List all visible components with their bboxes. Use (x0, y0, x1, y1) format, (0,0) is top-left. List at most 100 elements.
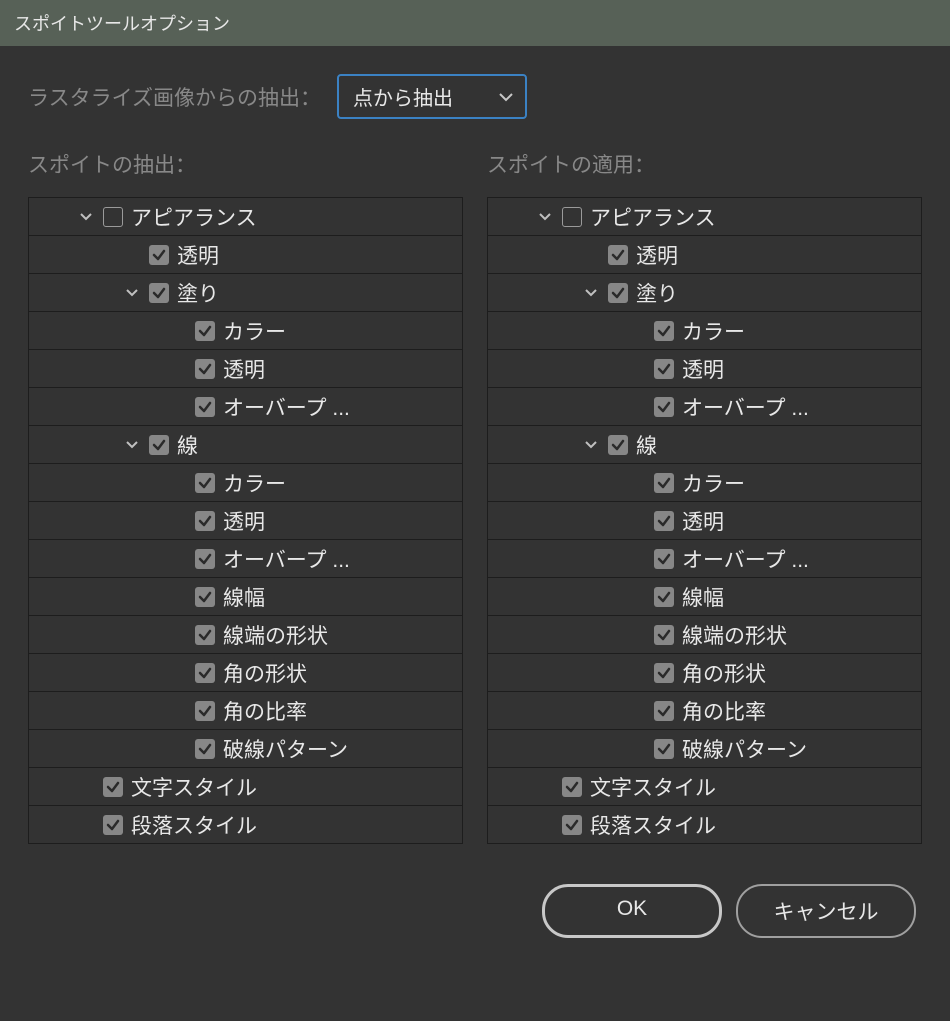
checkbox[interactable] (195, 359, 215, 379)
tree-row-label: 破線パターン (223, 734, 348, 764)
tree-row[interactable]: 線 (488, 425, 921, 463)
tree-row[interactable]: 透明 (29, 501, 462, 539)
tree-row[interactable]: 透明 (29, 235, 462, 273)
tree-row[interactable]: 段落スタイル (29, 805, 462, 843)
tree-row[interactable]: 文字スタイル (29, 767, 462, 805)
disclosure-spacer (628, 740, 646, 758)
checkbox[interactable] (654, 359, 674, 379)
tree-row[interactable]: 透明 (29, 349, 462, 387)
chevron-down-icon[interactable] (536, 208, 554, 226)
disclosure-spacer (628, 322, 646, 340)
checkbox[interactable] (608, 245, 628, 265)
checkbox[interactable] (608, 435, 628, 455)
tree-row-label: 塗り (636, 278, 678, 308)
tree-row-label: 塗り (177, 278, 219, 308)
tree-row-label: 段落スタイル (131, 810, 257, 840)
tree-row-label: 線 (177, 430, 198, 460)
tree-row[interactable]: 破線パターン (29, 729, 462, 767)
disclosure-spacer (169, 322, 187, 340)
tree-row[interactable]: 段落スタイル (488, 805, 921, 843)
disclosure-spacer (169, 512, 187, 530)
disclosure-spacer (169, 740, 187, 758)
checkbox[interactable] (195, 625, 215, 645)
tree-row[interactable]: 角の形状 (488, 653, 921, 691)
chevron-down-icon[interactable] (77, 208, 95, 226)
checkbox[interactable] (195, 321, 215, 341)
checkbox[interactable] (608, 283, 628, 303)
tree-row-label: カラー (682, 468, 745, 498)
disclosure-spacer (169, 626, 187, 644)
checkbox[interactable] (654, 587, 674, 607)
checkbox[interactable] (149, 435, 169, 455)
checkbox[interactable] (195, 739, 215, 759)
checkbox[interactable] (654, 473, 674, 493)
tree-row[interactable]: 線端の形状 (488, 615, 921, 653)
tree-row-label: 線 (636, 430, 657, 460)
tree-row-label: 透明 (682, 354, 724, 384)
tree-row[interactable]: アピアランス (488, 197, 921, 235)
tree-row[interactable]: 破線パターン (488, 729, 921, 767)
tree-row[interactable]: オーバープ ... (29, 387, 462, 425)
checkbox[interactable] (195, 511, 215, 531)
tree-row-label: アピアランス (131, 202, 257, 232)
tree-row[interactable]: カラー (488, 463, 921, 501)
tree-row-label: オーバープ ... (682, 392, 809, 422)
checkbox[interactable] (103, 777, 123, 797)
checkbox[interactable] (103, 815, 123, 835)
tree-row-label: オーバープ ... (682, 544, 809, 574)
tree-row-label: 破線パターン (682, 734, 807, 764)
tree-row[interactable]: オーバープ ... (488, 387, 921, 425)
tree-row[interactable]: 透明 (488, 235, 921, 273)
dialog-title-bar: スポイトツールオプション (0, 0, 950, 46)
checkbox[interactable] (562, 815, 582, 835)
cancel-button[interactable]: キャンセル (736, 884, 916, 938)
checkbox[interactable] (654, 739, 674, 759)
checkbox[interactable] (654, 511, 674, 531)
checkbox[interactable] (562, 207, 582, 227)
tree-row-label: 段落スタイル (590, 810, 716, 840)
tree-row[interactable]: 角の比率 (488, 691, 921, 729)
ok-button[interactable]: OK (542, 884, 722, 938)
chevron-down-icon[interactable] (582, 436, 600, 454)
tree-row[interactable]: カラー (29, 463, 462, 501)
chevron-down-icon[interactable] (123, 436, 141, 454)
checkbox[interactable] (654, 397, 674, 417)
tree-row[interactable]: 角の形状 (29, 653, 462, 691)
tree-row[interactable]: 透明 (488, 501, 921, 539)
tree-row[interactable]: カラー (488, 311, 921, 349)
checkbox[interactable] (195, 473, 215, 493)
checkbox[interactable] (654, 321, 674, 341)
tree-row[interactable]: 塗り (29, 273, 462, 311)
tree-row[interactable]: 線幅 (29, 577, 462, 615)
chevron-down-icon[interactable] (123, 284, 141, 302)
tree-row[interactable]: 線 (29, 425, 462, 463)
checkbox[interactable] (654, 663, 674, 683)
checkbox[interactable] (149, 283, 169, 303)
disclosure-spacer (628, 588, 646, 606)
tree-row[interactable]: 線端の形状 (29, 615, 462, 653)
tree-row[interactable]: 角の比率 (29, 691, 462, 729)
tree-row[interactable]: アピアランス (29, 197, 462, 235)
checkbox[interactable] (149, 245, 169, 265)
raster-select[interactable]: 点から抽出 (337, 74, 527, 119)
checkbox[interactable] (654, 701, 674, 721)
chevron-down-icon[interactable] (582, 284, 600, 302)
tree-row[interactable]: オーバープ ... (29, 539, 462, 577)
tree-row[interactable]: 文字スタイル (488, 767, 921, 805)
tree-row[interactable]: 線幅 (488, 577, 921, 615)
tree-row[interactable]: カラー (29, 311, 462, 349)
checkbox[interactable] (654, 549, 674, 569)
checkbox[interactable] (195, 549, 215, 569)
checkbox[interactable] (654, 625, 674, 645)
checkbox[interactable] (562, 777, 582, 797)
checkbox[interactable] (195, 701, 215, 721)
tree-row-label: 線端の形状 (682, 620, 787, 650)
apply-column: スポイトの適用： アピアランス透明塗りカラー透明オーバープ ...線カラー透明オ… (487, 149, 922, 844)
checkbox[interactable] (103, 207, 123, 227)
tree-row[interactable]: 塗り (488, 273, 921, 311)
checkbox[interactable] (195, 397, 215, 417)
checkbox[interactable] (195, 587, 215, 607)
checkbox[interactable] (195, 663, 215, 683)
tree-row[interactable]: オーバープ ... (488, 539, 921, 577)
tree-row[interactable]: 透明 (488, 349, 921, 387)
